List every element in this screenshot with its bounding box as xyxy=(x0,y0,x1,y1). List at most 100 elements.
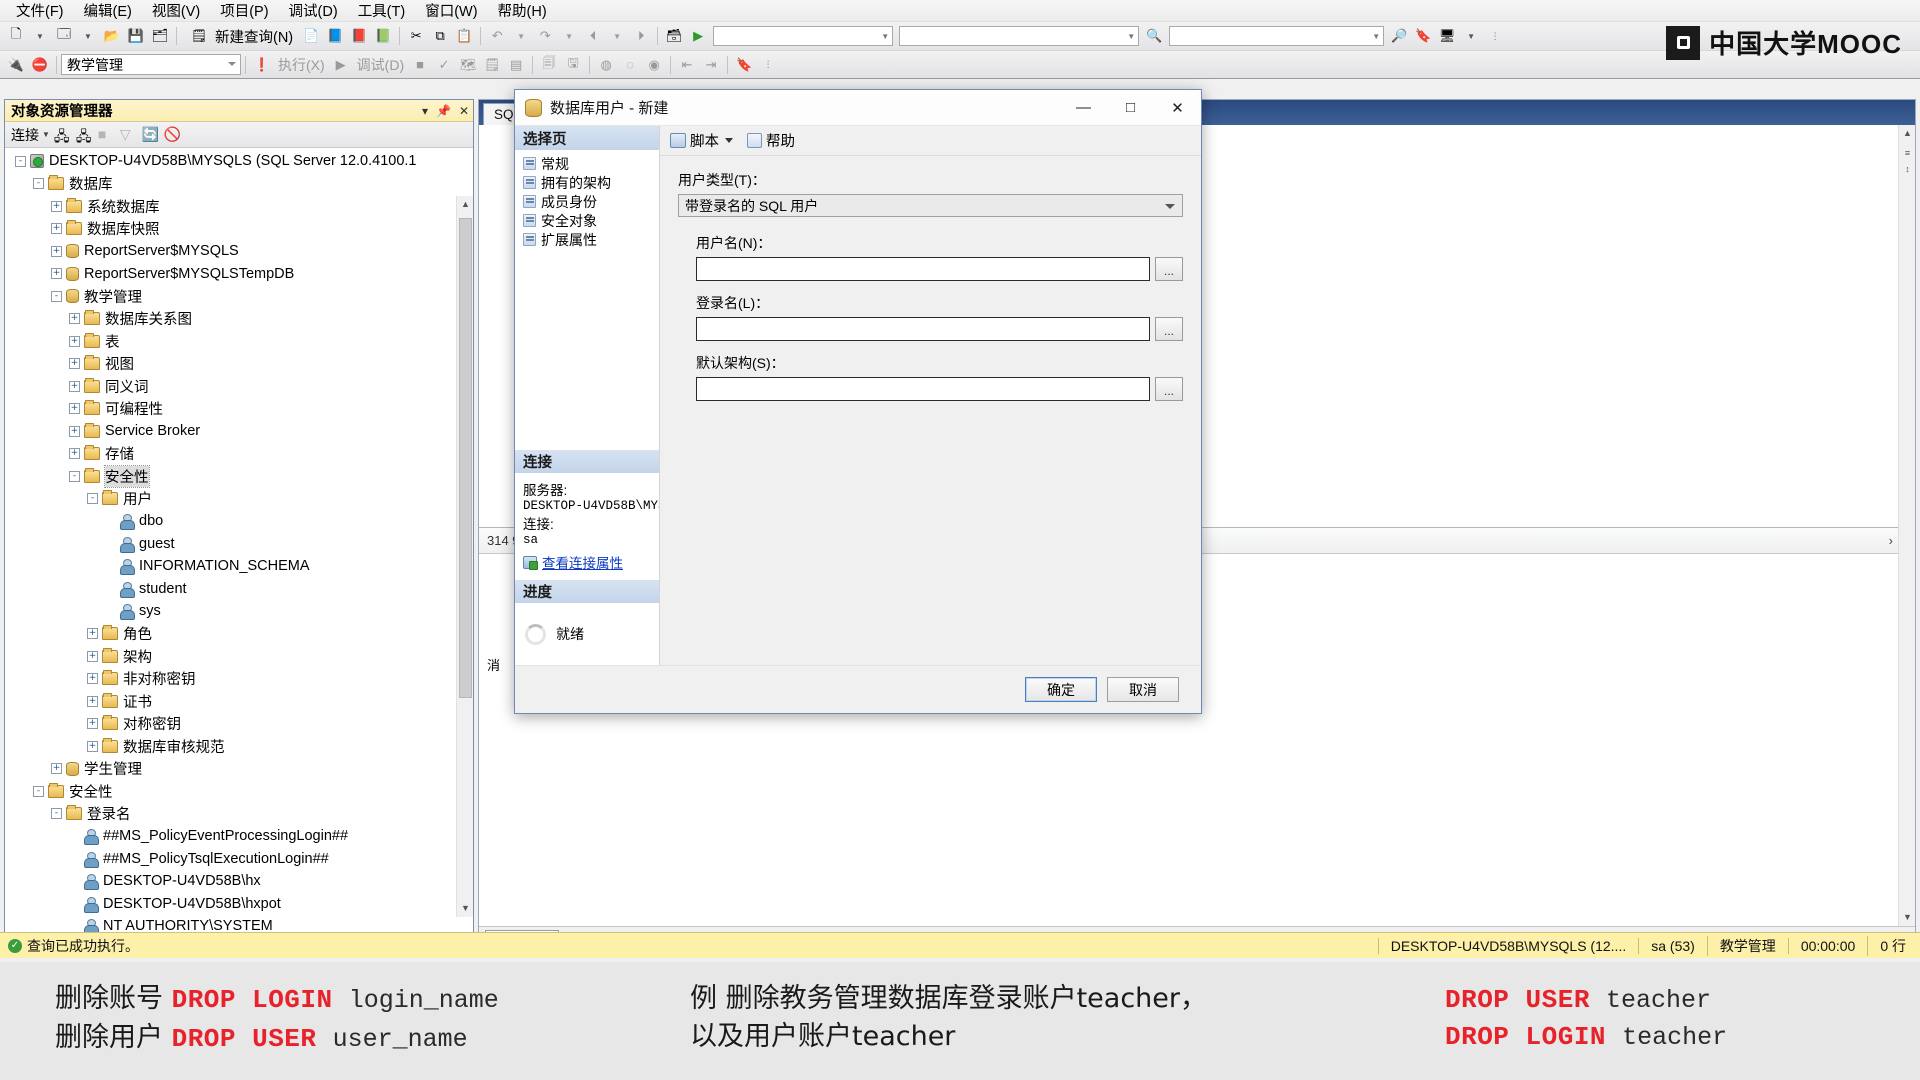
tree-node[interactable]: DESKTOP-U4VD58B\hx xyxy=(5,870,473,893)
layout-dropdown-icon[interactable]: ▼ xyxy=(1460,25,1482,47)
menu-item-1[interactable]: 编辑(E) xyxy=(74,0,142,23)
expand-icon[interactable]: + xyxy=(69,313,80,325)
expand-icon[interactable]: + xyxy=(87,695,98,707)
tree-node[interactable]: - DESKTOP-U4VD58B\MYSQLS (SQL Server 12.0… xyxy=(5,150,473,173)
tree-node[interactable]: + ReportServer$MYSQLSTempDB xyxy=(5,263,473,286)
object-explorer-tree[interactable]: ▲ ▼ - DESKTOP-U4VD58B\MYSQLS (SQL Server … xyxy=(5,148,473,934)
chevron-down-icon-2[interactable]: ▼ xyxy=(77,25,99,47)
editor-scroll-marker-icon[interactable]: ↕ xyxy=(1899,161,1916,178)
user-name-browse-button[interactable]: ... xyxy=(1155,257,1183,281)
expand-icon[interactable]: + xyxy=(51,763,62,775)
connect-button[interactable]: 连接 ▼ xyxy=(11,125,50,145)
close-button[interactable]: ✕ xyxy=(1154,90,1201,126)
tree-node[interactable]: - 登录名 xyxy=(5,803,473,826)
tree-node[interactable]: + Service Broker xyxy=(5,420,473,443)
tree-node[interactable]: student xyxy=(5,578,473,601)
results-expand-icon[interactable]: › xyxy=(1889,533,1893,548)
db-engine-query-icon[interactable]: 📄 xyxy=(300,25,322,47)
execute-label[interactable]: 执行(X) xyxy=(274,55,329,75)
expand-icon[interactable]: + xyxy=(69,358,80,370)
view-connection-link[interactable]: 查看连接属性 xyxy=(542,552,623,572)
tree-node[interactable]: - 数据库 xyxy=(5,173,473,196)
tree-node[interactable]: + 数据库快照 xyxy=(5,218,473,241)
expand-icon[interactable]: + xyxy=(51,200,62,212)
collapse-icon[interactable]: - xyxy=(33,178,44,190)
debug-label[interactable]: 调试(D) xyxy=(353,55,408,75)
menu-item-6[interactable]: 窗口(W) xyxy=(415,0,487,23)
new-query-button[interactable]: 🗒 新建查询(N) xyxy=(181,25,299,47)
tree-node[interactable]: + 证书 xyxy=(5,690,473,713)
increase-indent-icon[interactable]: ⇥ xyxy=(700,54,722,76)
navigate-backward-icon[interactable]: ⏴ xyxy=(582,25,604,47)
menu-item-0[interactable]: 文件(F) xyxy=(6,0,74,23)
maximize-button[interactable]: □ xyxy=(1107,90,1154,126)
dialog-page-item-3[interactable]: 安全对象 xyxy=(523,211,659,230)
execute-icon[interactable]: ❗ xyxy=(251,54,273,76)
help-button[interactable]: 帮助 xyxy=(747,130,795,151)
save-all-icon[interactable]: 🗂 xyxy=(149,25,171,47)
menu-item-5[interactable]: 工具(T) xyxy=(348,0,416,23)
tree-node[interactable]: ##MS_PolicyTsqlExecutionLogin## xyxy=(5,848,473,871)
expand-icon[interactable]: + xyxy=(51,245,62,257)
new-project-icon[interactable]: 🗔 xyxy=(53,25,75,47)
view-connection-properties[interactable]: 查看连接属性 xyxy=(523,552,659,572)
login-name-browse-button[interactable]: ... xyxy=(1155,317,1183,341)
navigate-forward-icon[interactable]: ⏵ xyxy=(630,25,652,47)
tree-node[interactable]: - 用户 xyxy=(5,488,473,511)
database-selector[interactable]: 教学管理 xyxy=(61,54,241,75)
stop-icon[interactable]: ■ xyxy=(409,54,431,76)
toolbar-combo-1[interactable]: ▼ xyxy=(713,26,894,46)
analysis-query-icon[interactable]: 📘 xyxy=(324,25,346,47)
parse-icon[interactable]: ✓ xyxy=(433,54,455,76)
collapse-icon[interactable]: - xyxy=(51,808,62,820)
tree-node[interactable]: + ReportServer$MYSQLS xyxy=(5,240,473,263)
tree-node[interactable]: - 教学管理 xyxy=(5,285,473,308)
tree-node[interactable]: + 表 xyxy=(5,330,473,353)
connect-icon[interactable]: 🔌 xyxy=(5,54,27,76)
cut-icon[interactable]: ✂ xyxy=(405,25,427,47)
bookmark-icon[interactable]: 🔖 xyxy=(1412,25,1434,47)
menu-item-7[interactable]: 帮助(H) xyxy=(488,0,557,23)
expand-icon[interactable]: + xyxy=(51,268,62,280)
expand-icon[interactable]: + xyxy=(87,628,98,640)
tree-vertical-scrollbar[interactable]: ▲ ▼ xyxy=(456,196,473,917)
tree-node[interactable]: guest xyxy=(5,533,473,556)
find-combo[interactable]: ▼ xyxy=(1169,26,1385,46)
default-schema-browse-button[interactable]: ... xyxy=(1155,377,1183,401)
tree-node[interactable]: + 同义词 xyxy=(5,375,473,398)
menu-item-4[interactable]: 调试(D) xyxy=(279,0,348,23)
close-icon[interactable]: ✕ xyxy=(459,104,469,118)
expand-icon[interactable]: + xyxy=(69,403,80,415)
chevron-down-icon[interactable]: ▼ xyxy=(29,25,51,47)
pin-icon[interactable]: 📌 xyxy=(436,104,451,118)
disconnect-icon[interactable]: ⛔ xyxy=(29,54,51,76)
ok-button[interactable]: 确定 xyxy=(1025,677,1097,702)
scroll-down-icon[interactable]: ▼ xyxy=(457,900,473,917)
new-item-icon[interactable]: 🗋 xyxy=(5,25,27,47)
expand-icon[interactable]: + xyxy=(87,740,98,752)
tree-node[interactable]: - 安全性 xyxy=(5,464,473,488)
decrease-indent-icon[interactable]: ⇤ xyxy=(676,54,698,76)
remove-filter-icon[interactable]: 🚫 xyxy=(164,126,182,143)
t2-overflow-icon[interactable]: ⋮ xyxy=(757,54,779,76)
expand-icon[interactable]: + xyxy=(69,425,80,437)
tree-node[interactable]: + 数据库关系图 xyxy=(5,308,473,331)
expand-icon[interactable]: + xyxy=(51,223,62,235)
refresh-icon[interactable]: 🔄 xyxy=(142,126,160,143)
tree-node[interactable]: ##MS_PolicyEventProcessingLogin## xyxy=(5,825,473,848)
dialog-page-item-0[interactable]: 常规 xyxy=(523,154,659,173)
paste-icon[interactable]: 📋 xyxy=(453,25,475,47)
collapse-icon[interactable]: - xyxy=(15,155,26,167)
cancel-button[interactable]: 取消 xyxy=(1107,677,1179,702)
filter-icon[interactable]: ▽ xyxy=(120,126,138,143)
collapse-icon[interactable]: - xyxy=(69,470,80,482)
debug-play-icon[interactable]: ▶ xyxy=(330,54,352,76)
object-explorer-icon[interactable]: 🗃 xyxy=(663,25,685,47)
menu-item-2[interactable]: 视图(V) xyxy=(142,0,210,23)
user-type-select[interactable]: 带登录名的 SQL 用户 xyxy=(678,194,1183,217)
display-estimated-plan-icon[interactable]: 🗺 xyxy=(457,54,479,76)
default-schema-input[interactable] xyxy=(696,377,1150,401)
stop-icon-oe[interactable]: ■ xyxy=(98,126,116,143)
scroll-thumb[interactable] xyxy=(459,218,472,698)
uncomment-icon[interactable]: ◌ xyxy=(619,54,641,76)
